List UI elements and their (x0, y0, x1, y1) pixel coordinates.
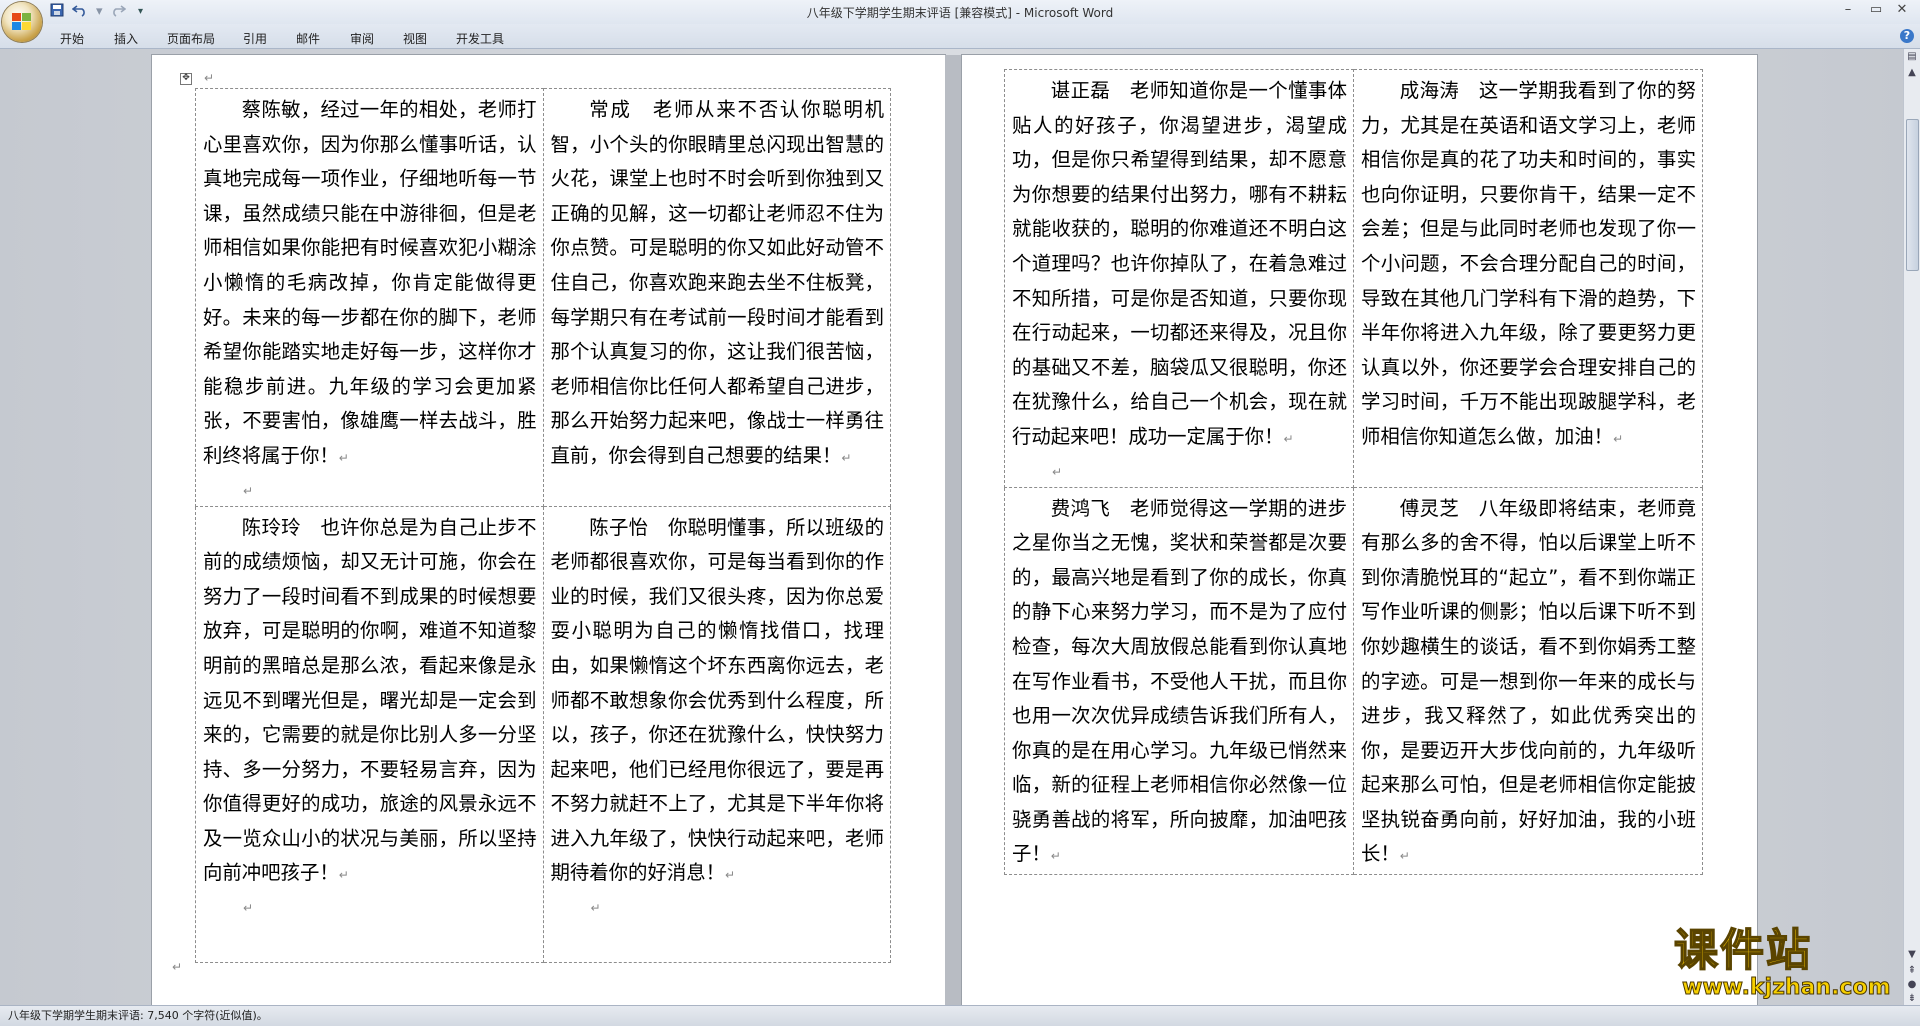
paragraph-mark: ↵ (204, 71, 215, 85)
scrollbar-thumb[interactable] (1906, 119, 1919, 271)
table-cell[interactable]: 成海涛 这一学期我看到了你的努力，尤其是在英语和语文学习上，老师相信你是真的花了… (1353, 69, 1703, 488)
restore-button[interactable]: ▭ (1866, 2, 1886, 17)
previous-page-icon[interactable]: ⇞ (1906, 965, 1918, 977)
help-icon[interactable]: ? (1900, 29, 1914, 43)
comments-table-left: 蔡陈敏，经过一年的相处，老师打心里喜欢你，因为你那么懂事听话，认真地完成每一项作… (195, 88, 891, 963)
table-cell[interactable]: 蔡陈敏，经过一年的相处，老师打心里喜欢你，因为你那么懂事听话，认真地完成每一项作… (195, 88, 544, 507)
window-title: 八年级下学期学生期末评语 [兼容模式] - Microsoft Word (806, 6, 1114, 20)
word-count-status[interactable]: 八年级下学期学生期末评语: 7,540 个字符(近似值)。 (8, 1006, 268, 1026)
table-cell[interactable]: 陈子怡 你聪明懂事，所以班级的老师都很喜欢你，可是每当看到你的作业的时候，我们又… (542, 505, 891, 963)
close-button[interactable]: ✕ (1892, 2, 1912, 17)
select-browse-object-icon[interactable]: ● (1906, 979, 1918, 991)
office-button[interactable] (2, 2, 42, 42)
comment-text: 傅灵芝 八年级即将结束，老师竟有那么多的舍不得，怕以后课堂上听不到你清脆悦耳的“… (1361, 496, 1696, 866)
tab-view[interactable]: 视图 (403, 30, 427, 47)
paragraph-mark: ↵ (172, 960, 183, 974)
table-row: 费鸿飞 老师觉得这一学期的进步之星你当之无愧，奖状和荣誉都是次要的，最高兴地是看… (1004, 486, 1703, 876)
comment-text: 成海涛 这一学期我看到了你的努力，尤其是在英语和语文学习上，老师相信你是真的花了… (1361, 79, 1696, 448)
tab-references[interactable]: 引用 (243, 30, 267, 47)
comment-text: 谌正磊 老师知道你是一个懂事体贴人的好孩子，你渴望进步，渴望成功，但是你只希望得… (1012, 79, 1347, 448)
next-page-icon[interactable]: ⇟ (1906, 993, 1918, 1005)
table-move-handle-icon[interactable]: ✥ (180, 73, 192, 85)
table-cell[interactable]: 陈玲玲 也许你总是为自己止步不前的成绩烦恼，却又无计可施，你会在努力了一段时间看… (195, 505, 544, 963)
scroll-down-icon[interactable]: ▼ (1906, 949, 1918, 961)
table-cell[interactable]: 费鸿飞 老师觉得这一学期的进步之星你当之无愧，奖状和荣誉都是次要的，最高兴地是看… (1004, 486, 1354, 876)
status-bar: 八年级下学期学生期末评语: 7,540 个字符(近似值)。 (0, 1005, 1920, 1026)
watermark-logo-text: 课件站 (1673, 924, 1812, 977)
table-row: 谌正磊 老师知道你是一个懂事体贴人的好孩子，你渴望进步，渴望成功，但是你只希望得… (1004, 69, 1703, 488)
ribbon-tabs: 开始 插入 页面布局 引用 邮件 审阅 视图 开发工具 (0, 24, 1920, 49)
comment-text: 陈玲玲 也许你总是为自己止步不前的成绩烦恼，却又无计可施，你会在努力了一段时间看… (203, 515, 537, 885)
site-watermark: 课件站 www.kjzhan.com (1668, 924, 1904, 1003)
watermark-url: www.kjzhan.com (1682, 975, 1892, 1001)
minimize-button[interactable]: – (1838, 2, 1858, 17)
tab-insert[interactable]: 插入 (114, 30, 138, 47)
vertical-scrollbar[interactable]: ▤ ▲ ▼ ⇞ ● ⇟ (1903, 49, 1920, 1005)
tab-page-layout[interactable]: 页面布局 (167, 30, 215, 47)
table-row: 陈玲玲 也许你总是为自己止步不前的成绩烦恼，却又无计可施，你会在努力了一段时间看… (195, 505, 891, 963)
table-cell[interactable]: 常成 老师从来不否认你聪明机智，小个头的你眼睛里总闪现出智慧的火花，课堂上也时不… (542, 88, 891, 507)
comments-table-right: 谌正磊 老师知道你是一个懂事体贴人的好孩子，你渴望进步，渴望成功，但是你只希望得… (1004, 69, 1703, 876)
ruler-toggle-icon[interactable]: ▤ (1906, 51, 1918, 63)
table-cell[interactable]: 谌正磊 老师知道你是一个懂事体贴人的好孩子，你渴望进步，渴望成功，但是你只希望得… (1004, 69, 1354, 488)
tab-home[interactable]: 开始 (60, 30, 84, 47)
tab-mailings[interactable]: 邮件 (296, 30, 320, 47)
office-logo-icon (12, 13, 31, 30)
table-row: 蔡陈敏，经过一年的相处，老师打心里喜欢你，因为你那么懂事听话，认真地完成每一项作… (195, 88, 891, 507)
title-bar: ▾ ▾ 八年级下学期学生期末评语 [兼容模式] - Microsoft Word… (0, 0, 1920, 25)
comment-text: 蔡陈敏，经过一年的相处，老师打心里喜欢你，因为你那么懂事听话，认真地完成每一项作… (203, 98, 537, 467)
tab-developer[interactable]: 开发工具 (456, 30, 504, 47)
comment-text: 费鸿飞 老师觉得这一学期的进步之星你当之无愧，奖状和荣誉都是次要的，最高兴地是看… (1012, 496, 1347, 866)
scroll-up-icon[interactable]: ▲ (1906, 67, 1918, 79)
comment-text: 陈子怡 你聪明懂事，所以班级的老师都很喜欢你，可是每当看到你的作业的时候，我们又… (550, 515, 885, 885)
page-gap (945, 55, 962, 1005)
comment-text: 常成 老师从来不否认你聪明机智，小个头的你眼睛里总闪现出智慧的火花，课堂上也时不… (550, 98, 885, 467)
table-cell[interactable]: 傅灵芝 八年级即将结束，老师竟有那么多的舍不得，怕以后课堂上听不到你清脆悦耳的“… (1353, 486, 1703, 876)
tab-review[interactable]: 审阅 (350, 30, 374, 47)
